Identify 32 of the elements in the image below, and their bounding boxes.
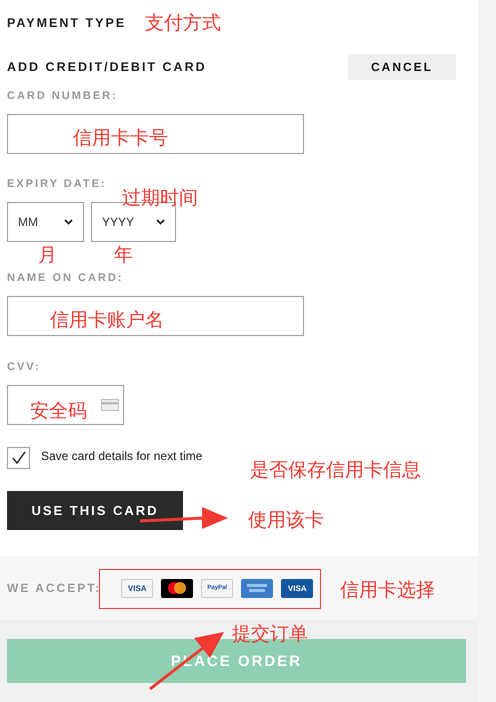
checkbox[interactable] bbox=[7, 447, 30, 469]
annotation-note: 安全码 bbox=[30, 400, 87, 424]
annotation-note: 信用卡选择 bbox=[340, 579, 435, 603]
card-icon bbox=[101, 399, 119, 411]
accept-label: WE ACCEPT: bbox=[7, 581, 102, 595]
name-field[interactable] bbox=[7, 296, 304, 336]
annotation-note: 信用卡卡号 bbox=[73, 127, 168, 151]
chevron-down-icon bbox=[156, 219, 165, 225]
field-label: CVV: bbox=[7, 361, 41, 373]
amex-card-logo bbox=[241, 578, 274, 598]
annotation-note: 信用卡账户名 bbox=[50, 309, 164, 333]
field-label: NAME ON CARD: bbox=[7, 272, 124, 284]
month-select[interactable]: MM bbox=[7, 202, 84, 242]
checkbox-label: Save card details for next time bbox=[41, 449, 202, 463]
use-card-button[interactable]: USE THIS CARD bbox=[7, 491, 183, 530]
form-title: ADD CREDIT/DEBIT CARD bbox=[7, 60, 207, 74]
visa-card-logo: VISA bbox=[121, 578, 154, 598]
annotation-note: 月 bbox=[38, 244, 57, 268]
annotation-note: 使用该卡 bbox=[248, 509, 324, 533]
annotation-note: 是否保存信用卡信息 bbox=[250, 459, 421, 483]
field-label: EXPIRY DATE: bbox=[7, 178, 107, 190]
cvv-field[interactable] bbox=[7, 385, 124, 425]
checkmark-icon bbox=[10, 451, 26, 465]
annotation-note: 支付方式 bbox=[145, 12, 221, 36]
annotation-note: 年 bbox=[114, 244, 133, 268]
cancel-button[interactable]: CANCEL bbox=[348, 54, 456, 80]
card-number-field[interactable] bbox=[7, 114, 304, 154]
mastercard-card-logo bbox=[161, 578, 194, 598]
field-label: CARD NUMBER: bbox=[7, 90, 118, 102]
chevron-down-icon bbox=[64, 219, 73, 225]
visa-electron-card-logo: VISA bbox=[281, 578, 314, 598]
section-title: PAYMENT TYPE bbox=[7, 16, 126, 30]
